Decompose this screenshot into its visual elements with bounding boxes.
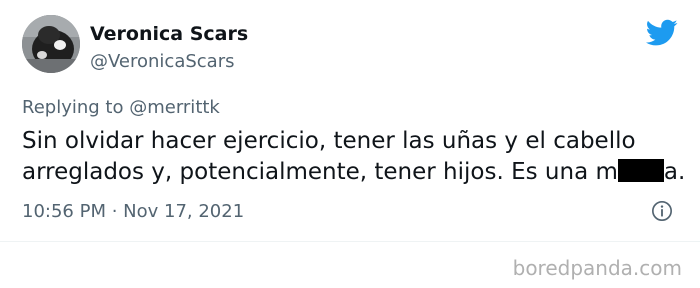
tweet-text-segment: a. <box>663 159 686 185</box>
user-handle[interactable]: @VeronicaScars <box>90 51 234 72</box>
tweet-text-line: Sin olvidar hacer ejercicio, tener las u… <box>22 128 636 154</box>
info-icon[interactable] <box>651 200 673 222</box>
avatar[interactable] <box>22 15 80 73</box>
redaction-bar <box>617 159 664 182</box>
avatar-image <box>22 15 80 73</box>
reply-context: Replying to @merrittk <box>22 97 220 118</box>
reply-prefix: Replying to <box>22 97 124 118</box>
reply-mention-link[interactable]: @merrittk <box>129 97 220 118</box>
divider <box>0 241 700 242</box>
tweet-text-segment: arreglados y, potencialmente, tener hijo… <box>22 159 618 185</box>
watermark: boredpanda.com <box>512 256 682 280</box>
tweet-text: Sin olvidar hacer ejercicio, tener las u… <box>22 126 685 188</box>
tweet-timestamp[interactable]: 10:56 PM · Nov 17, 2021 <box>22 201 244 222</box>
tweet-text-line: arreglados y, potencialmente, tener hijo… <box>22 157 685 188</box>
twitter-bird-icon[interactable] <box>646 19 678 47</box>
display-name[interactable]: Veronica Scars <box>90 23 248 45</box>
